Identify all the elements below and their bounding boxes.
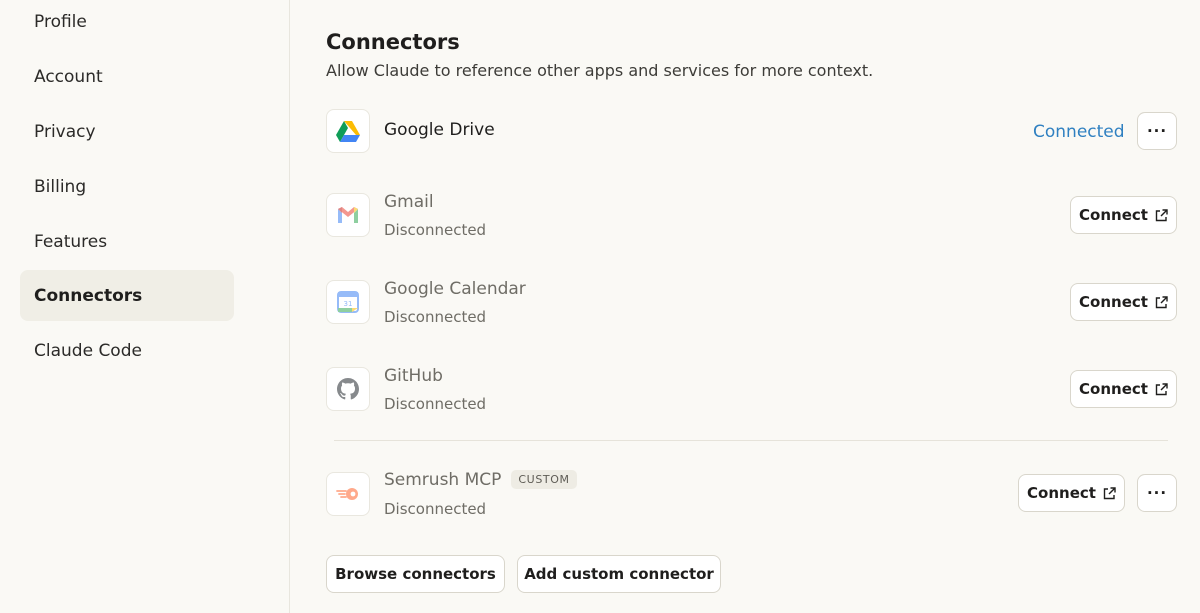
more-options-button[interactable]: ··· <box>1137 112 1177 150</box>
connector-status: Disconnected <box>384 308 487 326</box>
connector-name: Gmail <box>384 192 434 212</box>
connector-row-semrush-mcp: Semrush MCP CUSTOM Disconnected Connect ·… <box>326 470 1178 532</box>
connector-row-gmail: Gmail Disconnected Connect <box>326 192 1178 253</box>
semrush-icon <box>326 472 370 516</box>
sidebar-item-label: Profile <box>34 11 87 32</box>
sidebar-item-account[interactable]: Account <box>20 51 234 102</box>
connect-button-semrush-mcp[interactable]: Connect <box>1018 474 1125 512</box>
settings-sidebar: Profile Account Privacy Billing Features… <box>0 0 290 613</box>
connect-button-label: Connect <box>1079 380 1148 398</box>
sidebar-item-claude-code[interactable]: Claude Code <box>20 325 234 376</box>
connector-name: Google Calendar <box>384 279 526 299</box>
sidebar-item-profile[interactable]: Profile <box>20 0 234 47</box>
external-link-icon <box>1155 208 1168 222</box>
sidebar-item-label: Connectors <box>34 285 143 306</box>
google-drive-icon <box>326 109 370 153</box>
github-icon <box>326 367 370 411</box>
gmail-icon <box>326 193 370 237</box>
connect-button-label: Connect <box>1079 293 1148 311</box>
connected-status-link[interactable]: Connected <box>1033 122 1125 142</box>
connect-button-label: Connect <box>1027 484 1096 502</box>
add-custom-connector-button[interactable]: Add custom connector <box>517 555 721 593</box>
sidebar-item-label: Privacy <box>34 121 96 142</box>
calendar-day-text: 31 <box>344 300 353 308</box>
connector-row-google-calendar: 31 Google Calendar Disconnected Connect <box>326 279 1178 340</box>
external-link-icon <box>1155 382 1168 396</box>
external-link-icon <box>1155 295 1168 309</box>
connector-status: Disconnected <box>384 500 487 518</box>
connector-row-github: GitHub Disconnected Connect <box>326 366 1178 427</box>
sidebar-item-label: Billing <box>34 176 87 197</box>
connector-status: Disconnected <box>384 395 487 413</box>
connector-name: Google Drive <box>384 120 495 140</box>
connector-name: Semrush MCP CUSTOM <box>384 470 577 490</box>
sidebar-item-label: Account <box>34 66 103 87</box>
page-subtitle: Allow Claude to reference other apps and… <box>326 61 874 80</box>
custom-badge: CUSTOM <box>511 470 577 489</box>
browse-connectors-button[interactable]: Browse connectors <box>326 555 505 593</box>
connect-button-label: Connect <box>1079 206 1148 224</box>
settings-page: Profile Account Privacy Billing Features… <box>0 0 1200 613</box>
google-calendar-icon: 31 <box>326 280 370 324</box>
page-title: Connectors <box>326 30 460 54</box>
sidebar-item-privacy[interactable]: Privacy <box>20 106 234 157</box>
sidebar-item-connectors[interactable]: Connectors <box>20 270 234 321</box>
sidebar-item-label: Features <box>34 231 108 252</box>
connect-button-google-calendar[interactable]: Connect <box>1070 283 1177 321</box>
connectors-panel: Connectors Allow Claude to reference oth… <box>326 0 1178 613</box>
section-divider <box>334 440 1168 441</box>
sidebar-item-label: Claude Code <box>34 340 142 361</box>
sidebar-item-features[interactable]: Features <box>20 216 234 267</box>
sidebar-item-billing[interactable]: Billing <box>20 161 234 212</box>
connect-button-github[interactable]: Connect <box>1070 370 1177 408</box>
connector-name: GitHub <box>384 366 443 386</box>
connector-row-google-drive: Google Drive Connected ··· <box>326 109 1178 169</box>
connector-status: Disconnected <box>384 221 487 239</box>
external-link-icon <box>1103 486 1116 500</box>
more-options-button[interactable]: ··· <box>1137 474 1177 512</box>
connect-button-gmail[interactable]: Connect <box>1070 196 1177 234</box>
connector-name-text: Semrush MCP <box>384 470 502 490</box>
